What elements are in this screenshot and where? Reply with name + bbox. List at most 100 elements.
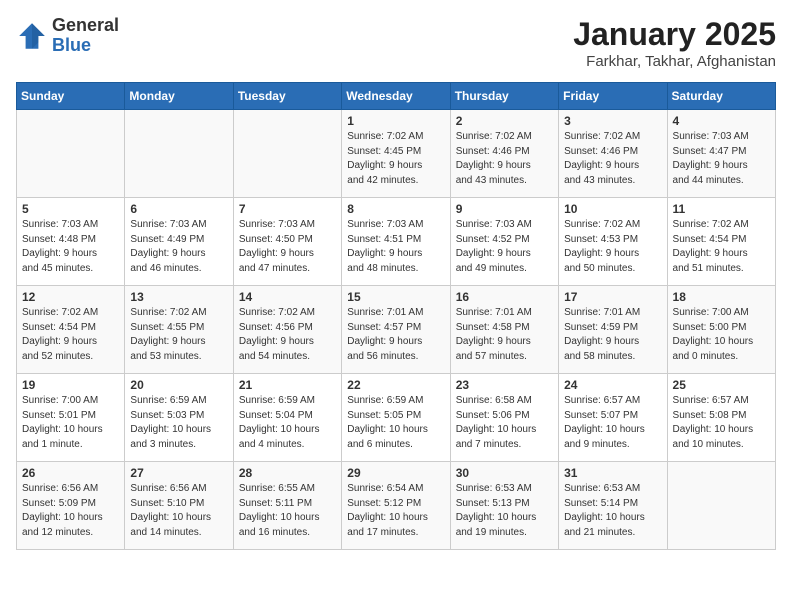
day-number: 15 bbox=[347, 290, 444, 304]
calendar-cell: 22 Sunrise: 6:59 AM Sunset: 5:05 PM Dayli… bbox=[342, 374, 450, 462]
header-day-wednesday: Wednesday bbox=[342, 83, 450, 110]
calendar-table: SundayMondayTuesdayWednesdayThursdayFrid… bbox=[16, 82, 776, 550]
day-number: 28 bbox=[239, 466, 336, 480]
day-info: Sunrise: 6:53 AM Sunset: 5:13 PM Dayligh… bbox=[456, 482, 553, 540]
calendar-cell: 9 Sunrise: 7:03 AM Sunset: 4:52 PM Daylig… bbox=[450, 198, 558, 286]
day-info: Sunrise: 7:02 AM Sunset: 4:53 PM Dayligh… bbox=[564, 218, 661, 276]
calendar-cell: 8Sunrise: 7:03 AM Sunset: 4:51 PM Daylig… bbox=[342, 198, 450, 286]
day-info: Sunrise: 7:03 AM Sunset: 4:48 PM Dayligh… bbox=[22, 218, 119, 276]
calendar-header: SundayMondayTuesdayWednesdayThursdayFrid… bbox=[17, 83, 776, 110]
day-info: Sunrise: 6:56 AM Sunset: 5:09 PM Dayligh… bbox=[22, 482, 119, 540]
page-header: General Blue January 2025 Farkhar, Takha… bbox=[16, 16, 776, 70]
day-number: 9 bbox=[456, 202, 553, 216]
day-info: Sunrise: 6:56 AM Sunset: 5:10 PM Dayligh… bbox=[130, 482, 227, 540]
calendar-cell: 12 Sunrise: 7:02 AM Sunset: 4:54 PM Dayli… bbox=[17, 286, 125, 374]
day-info: Sunrise: 7:02 AM Sunset: 4:56 PM Dayligh… bbox=[239, 306, 336, 364]
day-number: 12 bbox=[22, 290, 119, 304]
day-info: Sunrise: 7:02 AM Sunset: 4:55 PM Dayligh… bbox=[130, 306, 227, 364]
day-number: 20 bbox=[130, 378, 227, 392]
day-number: 16 bbox=[456, 290, 553, 304]
calendar-cell: 4Sunrise: 7:03 AM Sunset: 4:47 PM Daylig… bbox=[667, 110, 775, 198]
header-day-thursday: Thursday bbox=[450, 83, 558, 110]
day-info: Sunrise: 7:00 AM Sunset: 5:01 PM Dayligh… bbox=[22, 394, 119, 452]
day-info: Sunrise: 7:03 AM Sunset: 4:49 PM Dayligh… bbox=[130, 218, 227, 276]
month-title: January 2025 bbox=[573, 16, 776, 53]
day-info: Sunrise: 7:03 AM Sunset: 4:47 PM Dayligh… bbox=[673, 130, 770, 188]
header-day-friday: Friday bbox=[559, 83, 667, 110]
logo-general-text: General bbox=[52, 16, 119, 36]
day-info: Sunrise: 6:59 AM Sunset: 5:04 PM Dayligh… bbox=[239, 394, 336, 452]
header-day-tuesday: Tuesday bbox=[233, 83, 341, 110]
day-number: 14 bbox=[239, 290, 336, 304]
day-info: Sunrise: 6:59 AM Sunset: 5:05 PM Dayligh… bbox=[347, 394, 444, 452]
calendar-cell: 13 Sunrise: 7:02 AM Sunset: 4:55 PM Dayli… bbox=[125, 286, 233, 374]
calendar-cell: 15 Sunrise: 7:01 AM Sunset: 4:57 PM Dayli… bbox=[342, 286, 450, 374]
day-number: 2 bbox=[456, 114, 553, 128]
calendar-cell bbox=[17, 110, 125, 198]
day-info: Sunrise: 7:01 AM Sunset: 4:57 PM Dayligh… bbox=[347, 306, 444, 364]
calendar-cell: 31Sunrise: 6:53 AM Sunset: 5:14 PM Dayli… bbox=[559, 462, 667, 550]
day-number: 26 bbox=[22, 466, 119, 480]
day-info: Sunrise: 7:00 AM Sunset: 5:00 PM Dayligh… bbox=[673, 306, 770, 364]
week-row-4: 19 Sunrise: 7:00 AM Sunset: 5:01 PM Dayli… bbox=[17, 374, 776, 462]
calendar-cell: 7 Sunrise: 7:03 AM Sunset: 4:50 PM Daylig… bbox=[233, 198, 341, 286]
header-row: SundayMondayTuesdayWednesdayThursdayFrid… bbox=[17, 83, 776, 110]
day-number: 27 bbox=[130, 466, 227, 480]
calendar-cell bbox=[233, 110, 341, 198]
calendar-cell: 14 Sunrise: 7:02 AM Sunset: 4:56 PM Dayli… bbox=[233, 286, 341, 374]
calendar-cell: 10Sunrise: 7:02 AM Sunset: 4:53 PM Dayli… bbox=[559, 198, 667, 286]
day-number: 3 bbox=[564, 114, 661, 128]
week-row-2: 5 Sunrise: 7:03 AM Sunset: 4:48 PM Daylig… bbox=[17, 198, 776, 286]
day-number: 22 bbox=[347, 378, 444, 392]
day-info: Sunrise: 6:53 AM Sunset: 5:14 PM Dayligh… bbox=[564, 482, 661, 540]
week-row-5: 26 Sunrise: 6:56 AM Sunset: 5:09 PM Dayli… bbox=[17, 462, 776, 550]
day-number: 23 bbox=[456, 378, 553, 392]
day-info: Sunrise: 7:01 AM Sunset: 4:59 PM Dayligh… bbox=[564, 306, 661, 364]
logo-blue-text: Blue bbox=[52, 36, 119, 56]
day-number: 11 bbox=[673, 202, 770, 216]
calendar-cell bbox=[667, 462, 775, 550]
day-info: Sunrise: 7:03 AM Sunset: 4:50 PM Dayligh… bbox=[239, 218, 336, 276]
calendar-cell: 25Sunrise: 6:57 AM Sunset: 5:08 PM Dayli… bbox=[667, 374, 775, 462]
day-info: Sunrise: 6:57 AM Sunset: 5:08 PM Dayligh… bbox=[673, 394, 770, 452]
day-number: 5 bbox=[22, 202, 119, 216]
day-info: Sunrise: 7:02 AM Sunset: 4:46 PM Dayligh… bbox=[456, 130, 553, 188]
day-info: Sunrise: 6:55 AM Sunset: 5:11 PM Dayligh… bbox=[239, 482, 336, 540]
calendar-cell: 11Sunrise: 7:02 AM Sunset: 4:54 PM Dayli… bbox=[667, 198, 775, 286]
day-number: 18 bbox=[673, 290, 770, 304]
calendar-cell: 23 Sunrise: 6:58 AM Sunset: 5:06 PM Dayli… bbox=[450, 374, 558, 462]
header-day-sunday: Sunday bbox=[17, 83, 125, 110]
day-number: 19 bbox=[22, 378, 119, 392]
day-number: 13 bbox=[130, 290, 227, 304]
calendar-cell: 28 Sunrise: 6:55 AM Sunset: 5:11 PM Dayli… bbox=[233, 462, 341, 550]
calendar-cell bbox=[125, 110, 233, 198]
day-number: 24 bbox=[564, 378, 661, 392]
calendar-body: 1Sunrise: 7:02 AM Sunset: 4:45 PM Daylig… bbox=[17, 110, 776, 550]
day-number: 8 bbox=[347, 202, 444, 216]
week-row-1: 1Sunrise: 7:02 AM Sunset: 4:45 PM Daylig… bbox=[17, 110, 776, 198]
day-number: 17 bbox=[564, 290, 661, 304]
day-number: 7 bbox=[239, 202, 336, 216]
day-number: 6 bbox=[130, 202, 227, 216]
calendar-cell: 5 Sunrise: 7:03 AM Sunset: 4:48 PM Daylig… bbox=[17, 198, 125, 286]
logo-text: General Blue bbox=[52, 16, 119, 56]
day-info: Sunrise: 6:54 AM Sunset: 5:12 PM Dayligh… bbox=[347, 482, 444, 540]
day-info: Sunrise: 7:03 AM Sunset: 4:52 PM Dayligh… bbox=[456, 218, 553, 276]
day-info: Sunrise: 6:58 AM Sunset: 5:06 PM Dayligh… bbox=[456, 394, 553, 452]
calendar-cell: 2 Sunrise: 7:02 AM Sunset: 4:46 PM Daylig… bbox=[450, 110, 558, 198]
calendar-cell: 24Sunrise: 6:57 AM Sunset: 5:07 PM Dayli… bbox=[559, 374, 667, 462]
header-day-saturday: Saturday bbox=[667, 83, 775, 110]
day-number: 30 bbox=[456, 466, 553, 480]
calendar-cell: 29 Sunrise: 6:54 AM Sunset: 5:12 PM Dayli… bbox=[342, 462, 450, 550]
week-row-3: 12 Sunrise: 7:02 AM Sunset: 4:54 PM Dayli… bbox=[17, 286, 776, 374]
day-info: Sunrise: 7:02 AM Sunset: 4:46 PM Dayligh… bbox=[564, 130, 661, 188]
calendar-cell: 20Sunrise: 6:59 AM Sunset: 5:03 PM Dayli… bbox=[125, 374, 233, 462]
calendar-cell: 21Sunrise: 6:59 AM Sunset: 5:04 PM Dayli… bbox=[233, 374, 341, 462]
day-info: Sunrise: 7:02 AM Sunset: 4:54 PM Dayligh… bbox=[22, 306, 119, 364]
day-number: 1 bbox=[347, 114, 444, 128]
calendar-cell: 3 Sunrise: 7:02 AM Sunset: 4:46 PM Daylig… bbox=[559, 110, 667, 198]
calendar-cell: 16 Sunrise: 7:01 AM Sunset: 4:58 PM Dayli… bbox=[450, 286, 558, 374]
day-number: 29 bbox=[347, 466, 444, 480]
day-info: Sunrise: 7:01 AM Sunset: 4:58 PM Dayligh… bbox=[456, 306, 553, 364]
location-title: Farkhar, Takhar, Afghanistan bbox=[573, 53, 776, 70]
